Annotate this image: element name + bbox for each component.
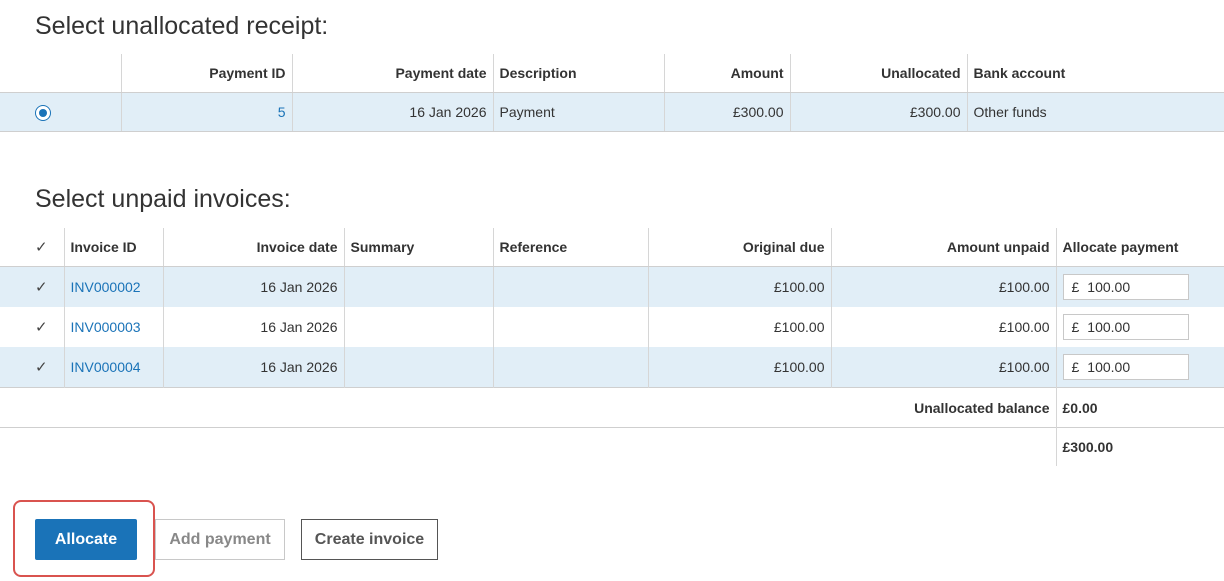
total-label-spacer (0, 427, 1057, 466)
allocate-button[interactable]: Allocate (35, 519, 137, 560)
invoice-check-cell[interactable]: ✓ (0, 307, 65, 347)
reference-cell (493, 266, 649, 307)
invoice-row[interactable]: ✓ INV000003 16 Jan 2026 £100.00 £100.00 … (0, 307, 1224, 347)
invoice-id-link[interactable]: INV000002 (71, 279, 141, 295)
col-bank-account: Bank account (967, 54, 1224, 93)
select-all-cell[interactable]: ✓ (0, 228, 65, 267)
col-amount-unpaid: Amount unpaid (831, 228, 1057, 267)
col-amount: Amount (664, 54, 791, 93)
invoice-id-cell[interactable]: INV000002 (64, 266, 164, 307)
total-value: £300.00 (1056, 427, 1224, 466)
currency-symbol: £ (1071, 359, 1080, 375)
invoice-id-link[interactable]: INV000003 (71, 319, 141, 335)
invoice-date-cell: 16 Jan 2026 (163, 307, 345, 347)
col-unallocated: Unallocated (790, 54, 968, 93)
invoice-id-link[interactable]: INV000004 (71, 359, 141, 375)
checkmark-icon[interactable]: ✓ (35, 358, 48, 376)
allocate-payment-input[interactable]: £ (1062, 274, 1189, 300)
original-due-cell: £100.00 (648, 347, 832, 388)
allocate-amount-field[interactable] (1087, 359, 1168, 375)
radio-selected-icon[interactable] (35, 104, 51, 121)
summary-cell (344, 347, 494, 388)
invoice-date-cell: 16 Jan 2026 (163, 347, 345, 388)
invoice-check-cell[interactable]: ✓ (0, 347, 65, 388)
unallocated-balance-label: Unallocated balance (0, 387, 1057, 428)
receipt-col-select (0, 54, 122, 93)
col-reference: Reference (493, 228, 649, 267)
allocate-payment-input[interactable]: £ (1062, 314, 1189, 340)
select-all-checkmark-icon[interactable]: ✓ (35, 238, 48, 256)
receipt-header-row: Payment ID Payment date Description Amou… (0, 54, 1224, 93)
allocate-payment-cell: £ (1056, 347, 1224, 388)
invoice-check-cell[interactable]: ✓ (0, 266, 65, 307)
invoice-section-title: Select unpaid invoices: (35, 185, 291, 213)
payment-id-link[interactable]: 5 (278, 104, 286, 120)
invoice-row[interactable]: ✓ INV000004 16 Jan 2026 £100.00 £100.00 … (0, 347, 1224, 388)
amount-cell: £300.00 (664, 92, 791, 132)
allocate-payment-input[interactable]: £ (1062, 354, 1189, 380)
allocate-payment-cell: £ (1056, 307, 1224, 347)
invoice-id-cell[interactable]: INV000003 (64, 307, 164, 347)
invoice-row[interactable]: ✓ INV000002 16 Jan 2026 £100.00 £100.00 … (0, 266, 1224, 307)
unallocated-balance-value: £0.00 (1056, 387, 1224, 428)
col-original-due: Original due (648, 228, 832, 267)
payment-id-cell[interactable]: 5 (121, 92, 293, 132)
reference-cell (493, 307, 649, 347)
currency-symbol: £ (1071, 319, 1080, 335)
receipt-radio-cell[interactable] (0, 92, 122, 132)
unallocated-balance-row: Unallocated balance £0.00 (0, 387, 1224, 428)
currency-symbol: £ (1071, 279, 1080, 295)
allocate-amount-field[interactable] (1087, 279, 1168, 295)
col-payment-date: Payment date (292, 54, 494, 93)
col-allocate-payment: Allocate payment (1056, 228, 1224, 267)
bank-account-cell: Other funds (967, 92, 1224, 132)
receipt-section-title: Select unallocated receipt: (35, 12, 329, 40)
checkmark-icon[interactable]: ✓ (35, 278, 48, 296)
add-payment-button[interactable]: Add payment (155, 519, 285, 560)
allocate-payment-cell: £ (1056, 266, 1224, 307)
original-due-cell: £100.00 (648, 307, 832, 347)
receipt-row[interactable]: 5 16 Jan 2026 Payment £300.00 £300.00 Ot… (0, 92, 1224, 132)
original-due-cell: £100.00 (648, 266, 832, 307)
reference-cell (493, 347, 649, 388)
payment-date-cell: 16 Jan 2026 (292, 92, 494, 132)
unallocated-cell: £300.00 (790, 92, 968, 132)
invoice-table: ✓ Invoice ID Invoice date Summary Refere… (0, 228, 1224, 466)
col-payment-id: Payment ID (121, 54, 293, 93)
invoice-date-cell: 16 Jan 2026 (163, 266, 345, 307)
allocate-amount-field[interactable] (1087, 319, 1168, 335)
summary-cell (344, 266, 494, 307)
total-row: £300.00 (0, 427, 1224, 466)
amount-unpaid-cell: £100.00 (831, 307, 1057, 347)
col-description: Description (493, 54, 665, 93)
col-summary: Summary (344, 228, 494, 267)
description-cell: Payment (493, 92, 665, 132)
invoice-header-row: ✓ Invoice ID Invoice date Summary Refere… (0, 228, 1224, 267)
receipt-table: Payment ID Payment date Description Amou… (0, 54, 1224, 132)
summary-cell (344, 307, 494, 347)
col-invoice-id: Invoice ID (64, 228, 164, 267)
col-invoice-date: Invoice date (163, 228, 345, 267)
amount-unpaid-cell: £100.00 (831, 347, 1057, 388)
checkmark-icon[interactable]: ✓ (35, 318, 48, 336)
create-invoice-button[interactable]: Create invoice (301, 519, 438, 560)
invoice-id-cell[interactable]: INV000004 (64, 347, 164, 388)
amount-unpaid-cell: £100.00 (831, 266, 1057, 307)
